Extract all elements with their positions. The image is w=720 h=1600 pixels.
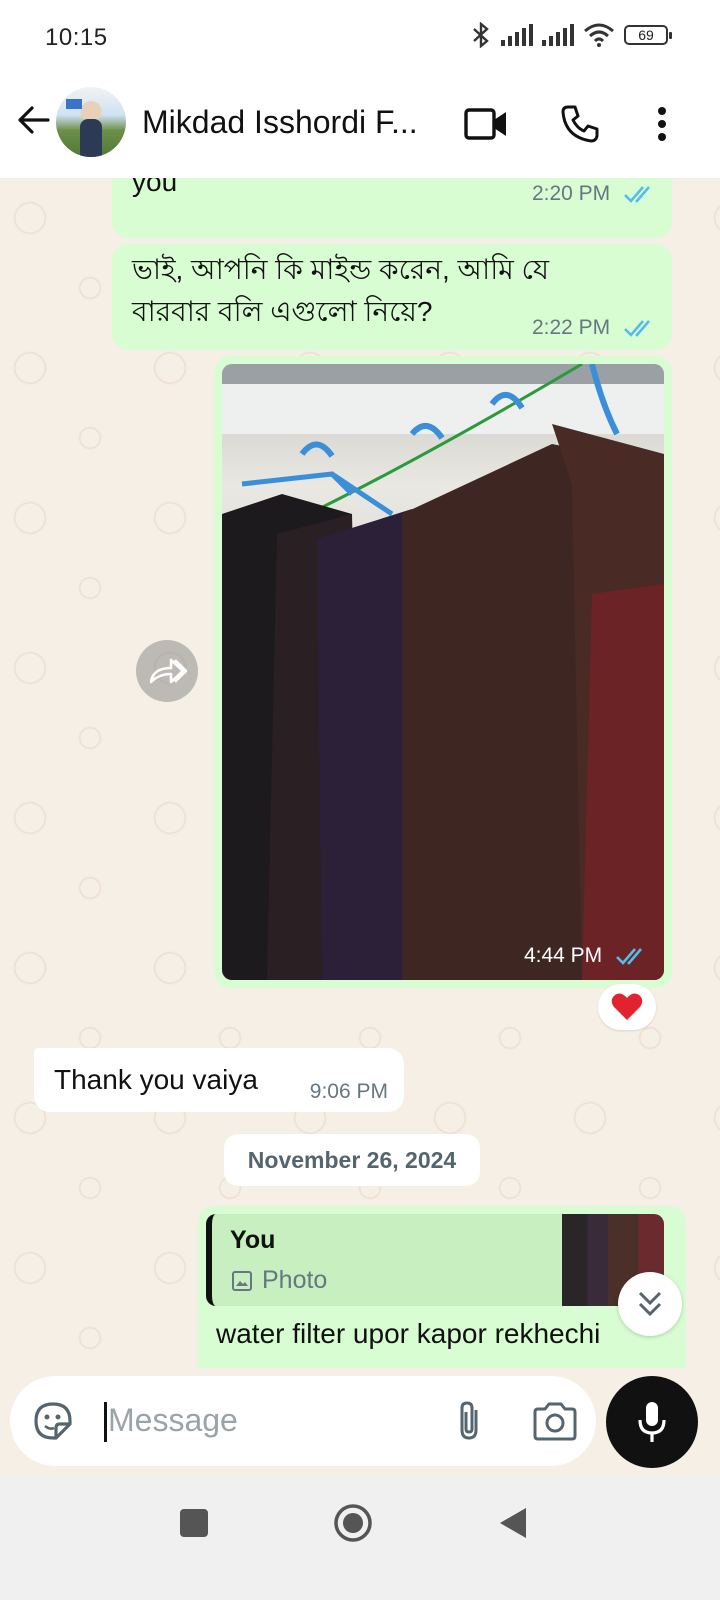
forward-icon — [149, 658, 187, 684]
message-bubble-outgoing-reply[interactable]: You Photo water filter upor kapor rekhec… — [198, 1206, 686, 1368]
photo-message[interactable]: 4:44 PM — [214, 356, 672, 988]
recents-button[interactable] — [171, 1500, 217, 1546]
message-time: 4:44 PM — [524, 944, 648, 968]
message-bubble-outgoing[interactable]: you 2:20 PM — [112, 178, 672, 238]
double-chevron-down-icon — [638, 1291, 662, 1317]
photo-content — [222, 364, 664, 980]
message-photo[interactable]: 4:44 PM — [222, 364, 664, 980]
message-text-line: বারবার বলি এগুলো নিয়ে? — [132, 296, 433, 327]
photo-icon — [232, 1270, 252, 1291]
date-divider: November 26, 2024 — [224, 1134, 480, 1186]
back-button[interactable] — [16, 102, 52, 138]
status-icons: 69 — [470, 22, 672, 48]
heart-icon — [611, 993, 643, 1020]
message-bubble-outgoing[interactable]: ভাই, আপনি কি মাইন্ড করেন, আমি যে বারবার … — [112, 244, 672, 350]
read-receipt-icon — [624, 186, 650, 204]
circle-home-icon — [334, 1504, 372, 1542]
more-options-button[interactable] — [640, 102, 684, 146]
message-input[interactable]: Message — [10, 1376, 596, 1466]
attachment-icon[interactable] — [446, 1398, 492, 1444]
chat-area[interactable]: you 2:20 PM ভাই, আপনি কি মাইন্ড করেন, আম… — [0, 178, 720, 1368]
video-call-button[interactable] — [464, 102, 508, 146]
message-text-line: ভাই, আপনি কি মাইন্ড করেন, আমি যে — [132, 254, 550, 285]
signal-icon — [542, 24, 574, 46]
more-options-icon — [658, 107, 666, 141]
message-time: 2:22 PM — [532, 316, 656, 340]
scroll-to-bottom-button[interactable] — [618, 1272, 682, 1336]
voice-call-icon — [561, 105, 599, 143]
system-navigation-bar — [0, 1476, 720, 1600]
contact-avatar[interactable] — [56, 87, 126, 157]
reaction-badge[interactable] — [598, 984, 656, 1030]
contact-name[interactable]: Mikdad Isshordi F... — [142, 104, 418, 141]
back-arrow-icon — [18, 106, 50, 134]
message-time: 2:20 PM — [532, 182, 656, 206]
chat-header: Mikdad Isshordi F... — [0, 78, 720, 178]
triangle-back-icon — [500, 1508, 526, 1538]
microphone-icon — [638, 1402, 666, 1442]
quoted-message[interactable]: You Photo — [206, 1214, 664, 1306]
video-call-icon — [464, 108, 506, 140]
status-time: 10:15 — [45, 24, 108, 51]
message-time: 9:06 PM — [309, 1080, 388, 1103]
quoted-type: Photo — [230, 1266, 327, 1295]
voice-message-button[interactable] — [606, 1376, 698, 1468]
bluetooth-icon — [473, 22, 489, 48]
message-placeholder: Message — [108, 1402, 238, 1438]
read-receipt-icon — [616, 948, 642, 966]
message-bubble-incoming[interactable]: Thank you vaiya 9:06 PM — [34, 1048, 404, 1112]
text-cursor — [104, 1402, 107, 1442]
read-receipt-icon — [624, 320, 650, 338]
wifi-icon — [584, 23, 614, 47]
square-icon — [180, 1509, 208, 1537]
voice-call-button[interactable] — [558, 102, 602, 146]
signal-icon — [501, 24, 533, 46]
message-text: Thank you vaiya — [54, 1064, 258, 1095]
quoted-sender: You — [230, 1226, 276, 1254]
battery-icon: 69 — [624, 25, 672, 45]
status-bar: 10:15 69 — [0, 0, 720, 78]
camera-icon[interactable] — [530, 1398, 580, 1444]
forward-button[interactable] — [136, 640, 198, 702]
message-text: water filter upor kapor rekhechi — [216, 1318, 601, 1349]
back-nav-button[interactable] — [490, 1500, 536, 1546]
message-text: you — [132, 178, 178, 197]
sticker-icon[interactable] — [30, 1398, 76, 1444]
composer-bar: Message — [0, 1368, 720, 1476]
home-button[interactable] — [330, 1500, 376, 1546]
